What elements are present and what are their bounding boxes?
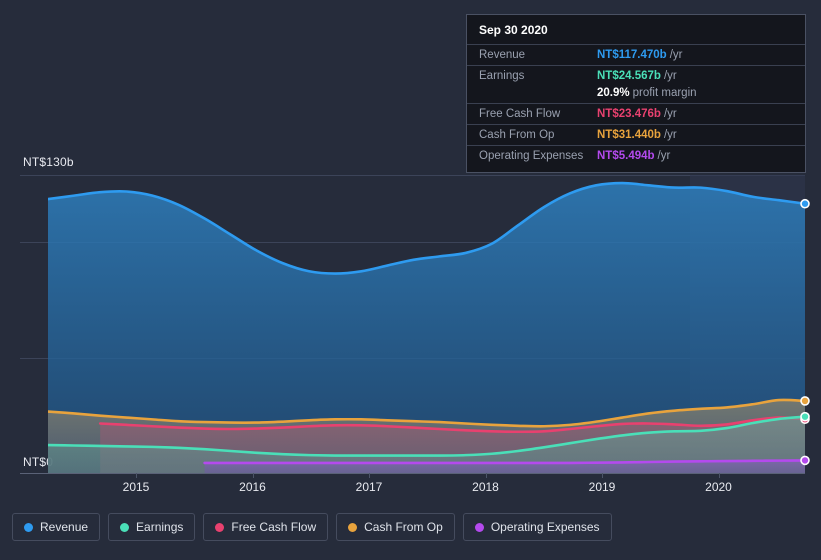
legend-color-dot-icon [120, 522, 130, 532]
x-axis-tick [485, 473, 487, 478]
tooltip-row-key: Operating Expenses [479, 150, 584, 162]
series-layer [48, 181, 805, 473]
x-axis-tick-label: 2020 [705, 480, 732, 494]
legend-item-label: Operating Expenses [490, 520, 600, 534]
end-marker-cash-from-op[interactable] [800, 396, 810, 406]
tooltip-row-key: Revenue [479, 49, 526, 61]
tooltip-value-unit: /yr [663, 70, 677, 82]
x-axis-tick [369, 473, 370, 478]
legend-color-dot-icon [474, 522, 484, 532]
tooltip-row-key: Cash From Op [479, 129, 555, 141]
tooltip-value-number: 20.9% [597, 87, 630, 99]
x-axis-tick [136, 473, 137, 478]
tooltip-date: Sep 30 2020 [479, 23, 548, 37]
legend-item-free-cash-flow[interactable]: Free Cash Flow [203, 513, 329, 541]
x-axis-tick-label: 2016 [239, 480, 266, 494]
legend-item-revenue[interactable]: Revenue [12, 513, 101, 541]
tooltip-rows: Revenue NT$117.470b/yr Earnings NT$24.567b /… [467, 44, 805, 166]
data-tooltip: Sep 30 2020 Revenue NT$117.470b/yr Earning… [466, 14, 806, 173]
legend-item-label: Revenue [40, 520, 89, 534]
tooltip-row-value: NT$31.440b/yr [597, 129, 677, 141]
tooltip-row: Operating Expenses NT$5.494b/yr [467, 145, 805, 166]
legend-item-label: Cash From Op [364, 520, 443, 534]
tooltip-row: 20.9% profit margin [467, 86, 805, 103]
legend-item-label: Earnings [136, 520, 184, 534]
tooltip-row: Earnings NT$24.567b/yr [467, 65, 805, 86]
tooltip-value-number: NT$24.567b [597, 70, 661, 82]
tooltip-value-unit: /yr [669, 49, 683, 61]
tooltip-row-key: Free Cash Flow [479, 108, 561, 120]
tooltip-row: Free Cash Flow NT$23.476b/yr [467, 103, 805, 124]
legend-color-dot-icon [215, 522, 225, 532]
legend-color-dot-icon [24, 522, 33, 532]
tooltip-row-value: 20.9% profit margin [597, 87, 697, 99]
tooltip-row-value: NT$117.470b/yr [597, 49, 682, 61]
tooltip-row-key: Earnings [479, 70, 525, 82]
x-axis-tick-label: 2015 [122, 480, 150, 494]
x-axis-tick-label: 2017 [355, 480, 383, 494]
x-axis-tick [718, 473, 720, 478]
x-axis-tick [602, 473, 603, 478]
tooltip-value-unit: /yr [663, 108, 677, 120]
tooltip-row-value: NT$23.476b/yr [597, 108, 677, 120]
tooltip-row: Revenue NT$117.470b/yr [467, 44, 805, 65]
tooltip-value-number: NT$31.440b [597, 129, 661, 141]
x-axis: 2015 2016 2017 2018 2019 2020 [0, 473, 821, 505]
end-marker-operating-expenses[interactable] [800, 455, 810, 466]
chart-legend[interactable]: Revenue Earnings Free Cash Flow Cash From O… [12, 513, 612, 541]
tooltip-value-unit: /yr [657, 150, 671, 162]
x-axis-tick [252, 473, 254, 478]
tooltip-value-unit: /yr [663, 129, 677, 141]
tooltip-row-value: NT$5.494b/yr [597, 150, 670, 162]
legend-item-label: Free Cash Flow [231, 520, 317, 534]
tooltip-row: Cash From Op NT$31.440b/yr [467, 124, 805, 145]
x-axis-tick-label: 2019 [588, 480, 616, 494]
legend-item-earnings[interactable]: Earnings [108, 513, 196, 541]
legend-item-operating-expenses[interactable]: Operating Expenses [462, 513, 612, 541]
tooltip-value-number: NT$117.470b [597, 49, 667, 61]
legend-item-cash-from-op[interactable]: Cash From Op [336, 513, 455, 541]
end-marker-revenue[interactable] [800, 198, 810, 209]
end-marker-earnings[interactable] [800, 411, 810, 422]
tooltip-row-value: NT$24.567b/yr [597, 70, 677, 82]
x-axis-tick-label: 2018 [472, 480, 499, 494]
tooltip-value-unit: profit margin [632, 87, 697, 99]
tooltip-value-number: NT$5.494b [597, 150, 655, 162]
tooltip-value-number: NT$23.476b [597, 108, 661, 120]
legend-color-dot-icon [348, 522, 358, 532]
